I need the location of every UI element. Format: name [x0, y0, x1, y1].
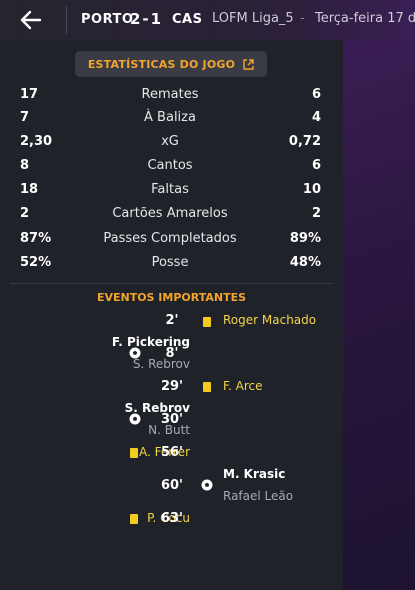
event-goal-scorer[interactable]: M. Krasic	[223, 467, 285, 481]
stat-away-value: 48%	[289, 255, 321, 270]
key-events-title: EVENTOS IMPORTANTES	[96, 291, 247, 304]
home-team-name[interactable]: PORTO	[81, 12, 133, 27]
stat-away-value: 89%	[289, 231, 321, 246]
stat-row-passes: 87% Passes Completados 89%	[0, 231, 343, 251]
stat-label: Remates	[141, 87, 199, 102]
stat-row-shots: 17 Remates 6	[0, 87, 343, 107]
event-minute: 29'	[160, 379, 184, 394]
stat-label: Cartões Amarelos	[112, 206, 228, 221]
stat-label: Faltas	[151, 182, 189, 197]
match-header-bar: PORTO 2-1 CAS LOFM Liga_5 - Terça-feira …	[0, 0, 415, 40]
stat-home-value: 7	[20, 110, 30, 125]
event-minute: 30'	[160, 412, 184, 427]
stat-home-value: 8	[20, 158, 30, 173]
stat-label: Cantos	[147, 158, 193, 173]
match-stats-title: ESTATÍSTICAS DO JOGO	[87, 57, 236, 71]
stat-away-value: 4	[311, 110, 321, 125]
yellow-card-icon	[203, 317, 211, 327]
header-separator: -	[300, 11, 305, 26]
stat-home-value: 2	[20, 206, 30, 221]
external-link-icon	[243, 58, 254, 70]
match-stats-button[interactable]: ESTATÍSTICAS DO JOGO	[75, 51, 267, 77]
event-player[interactable]: F. Arce	[223, 379, 262, 393]
stat-label: À Baliza	[144, 110, 196, 125]
competition-name[interactable]: LOFM Liga_5	[212, 11, 294, 26]
stat-row-possession: 52% Posse 48%	[0, 255, 343, 275]
stat-row-yellow-cards: 2 Cartões Amarelos 2	[0, 206, 343, 226]
section-divider	[10, 283, 333, 284]
football-icon	[201, 479, 213, 491]
stat-home-value: 17	[20, 87, 39, 102]
background-panel	[343, 40, 415, 590]
event-minute: 63'	[160, 511, 184, 526]
event-minute: 56'	[160, 445, 184, 460]
stat-label: Passes Completados	[103, 231, 237, 246]
stat-away-value: 2	[311, 206, 321, 221]
yellow-card-icon	[130, 448, 138, 458]
event-player[interactable]: Roger Machado	[223, 313, 316, 327]
stat-row-corners: 8 Cantos 6	[0, 158, 343, 178]
event-minute: 60'	[160, 478, 184, 493]
football-icon	[129, 347, 141, 359]
back-button[interactable]	[14, 6, 48, 34]
stat-row-fouls: 18 Faltas 10	[0, 182, 343, 202]
stat-away-value: 0,72	[288, 134, 321, 149]
stat-home-value: 2,30	[20, 134, 53, 149]
stat-away-value: 6	[311, 158, 321, 173]
event-minute: 8'	[165, 346, 179, 361]
stat-away-value: 6	[311, 87, 321, 102]
stat-label: xG	[161, 134, 179, 149]
match-date: Terça-feira 17 de	[315, 11, 415, 26]
stat-label: Posse	[151, 255, 189, 270]
stat-row-on-target: 7 À Baliza 4	[0, 110, 343, 130]
stat-away-value: 10	[302, 182, 321, 197]
football-icon	[129, 413, 141, 425]
away-team-name[interactable]: CAS	[172, 12, 202, 27]
yellow-card-icon	[130, 514, 138, 524]
arrow-left-icon	[20, 10, 42, 30]
stat-home-value: 87%	[20, 231, 52, 246]
stat-home-value: 18	[20, 182, 39, 197]
event-minute: 2'	[165, 313, 179, 328]
event-assist[interactable]: Rafael Leão	[223, 489, 293, 503]
header-divider	[66, 6, 67, 34]
match-score: 2-1	[130, 10, 164, 28]
stat-row-xg: 2,30 xG 0,72	[0, 134, 343, 154]
stat-home-value: 52%	[20, 255, 52, 270]
yellow-card-icon	[203, 382, 211, 392]
